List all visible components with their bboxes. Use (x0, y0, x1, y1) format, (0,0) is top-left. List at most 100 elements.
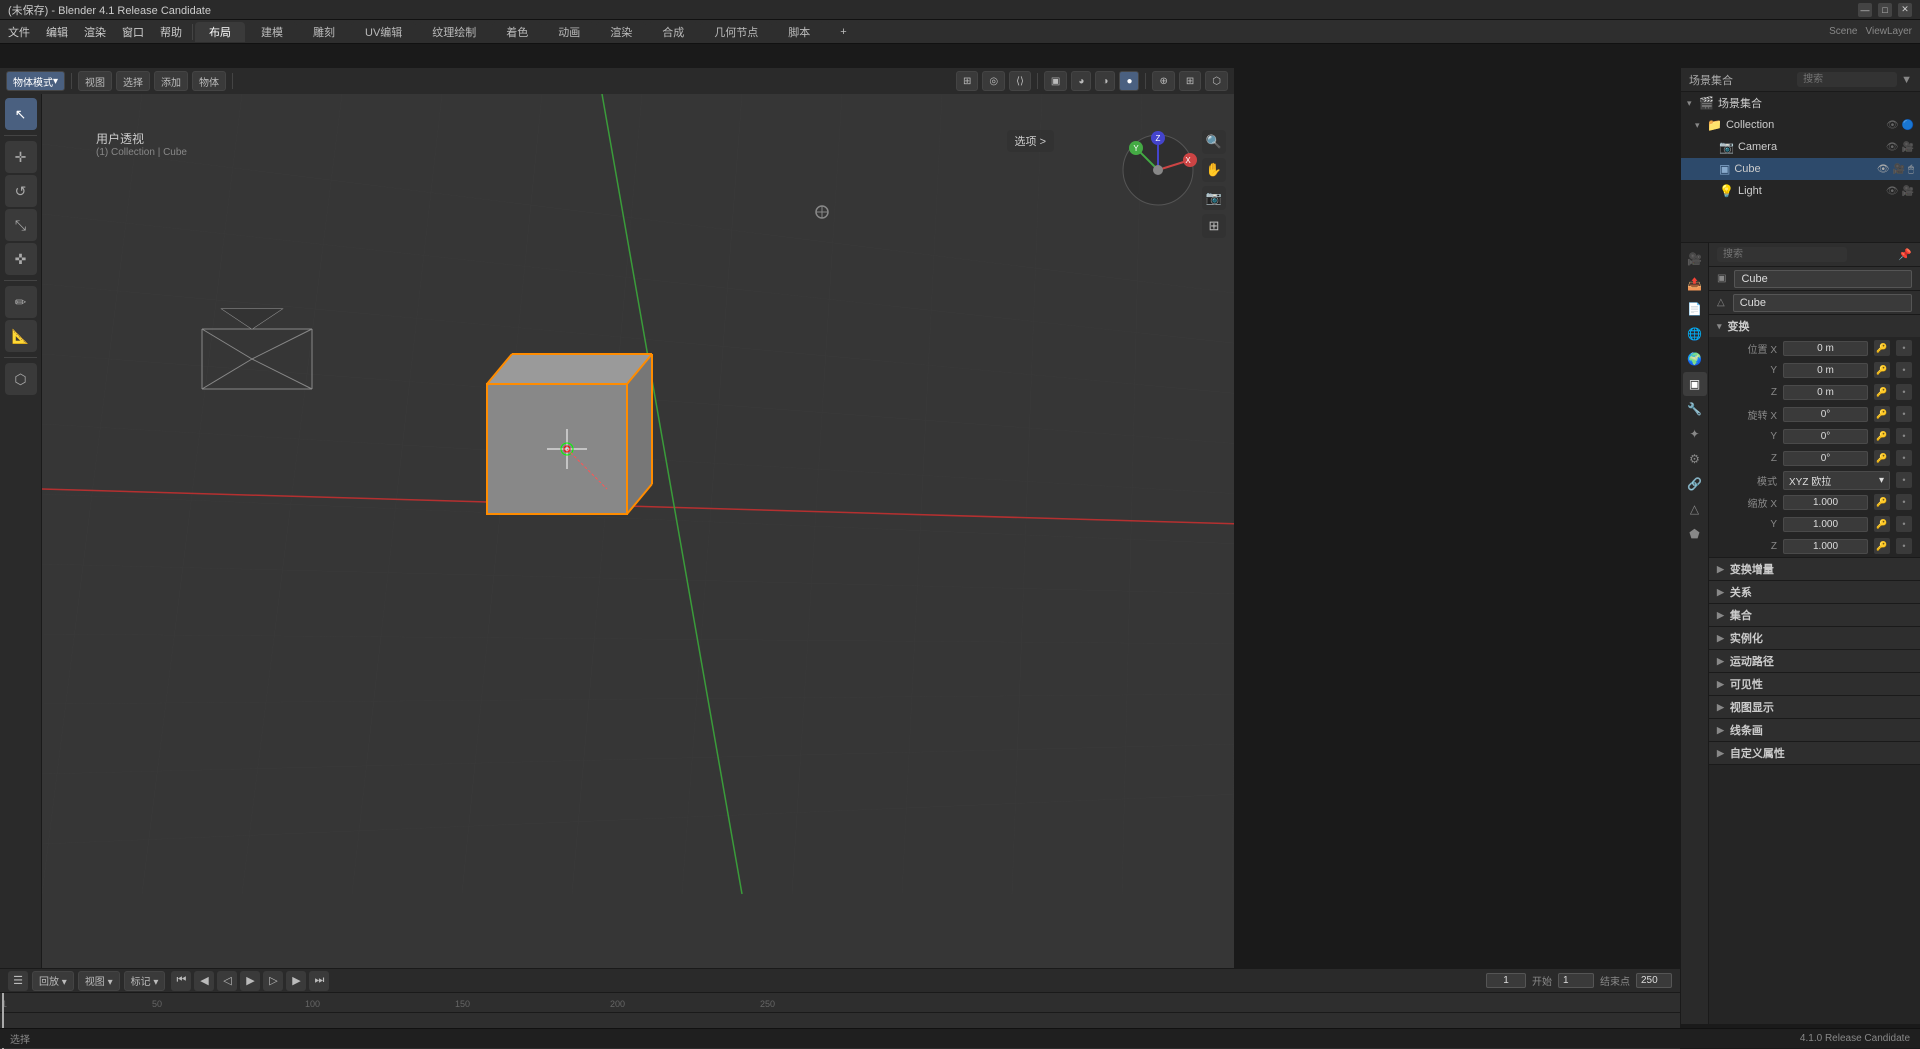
prop-tab-modifier[interactable]: 🔧 (1683, 397, 1707, 421)
zoom-button[interactable]: 🔍 (1202, 130, 1226, 154)
scale-z-value[interactable]: 1.000 (1783, 539, 1868, 554)
prop-tab-particles[interactable]: ✦ (1683, 422, 1707, 446)
viewport-display-header[interactable]: ▶ 视图显示 (1709, 696, 1920, 718)
frame-start-input[interactable] (1558, 973, 1594, 988)
annotate-tool[interactable]: ✏ (5, 286, 37, 318)
rotation-mode-extra[interactable]: • (1896, 472, 1912, 488)
render-icon[interactable]: 🎥 (1893, 164, 1905, 175)
object-name-input[interactable] (1734, 270, 1912, 288)
solid-shading[interactable]: ◕ (1071, 71, 1091, 91)
ws-tab-add[interactable]: + (826, 22, 860, 42)
overlay-toggle[interactable]: ⊞ (1179, 71, 1201, 91)
rotation-y-keyframe-btn[interactable]: 🔑 (1874, 428, 1890, 444)
collections-header[interactable]: ▶ 集合 (1709, 604, 1920, 626)
prop-tab-output[interactable]: 📤 (1683, 272, 1707, 296)
outliner-item-light[interactable]: 💡 Light 👁 🎥 (1681, 180, 1920, 202)
3d-viewport[interactable]: 用户透视 (1) Collection | Cube 选项 > X Y Z (42, 94, 1234, 1024)
ws-tab-animation[interactable]: 动画 (544, 22, 594, 42)
position-z-value[interactable]: 0 m (1783, 385, 1868, 400)
transform-section-header[interactable]: ▾ 变换 (1709, 315, 1920, 337)
move-tool[interactable]: ✛ (5, 141, 37, 173)
select-options-button[interactable]: 选项 > (1007, 130, 1054, 152)
ws-tab-script[interactable]: 脚本 (774, 22, 824, 42)
maximize-button[interactable]: □ (1878, 3, 1892, 17)
jump-start-btn[interactable]: ⏮ (171, 971, 191, 991)
transform-delta-header[interactable]: ▶ 变换增量 (1709, 558, 1920, 580)
ws-tab-sculpting[interactable]: 雕刻 (299, 22, 349, 42)
ws-tab-uv[interactable]: UV编辑 (351, 22, 416, 42)
prop-tab-object[interactable]: ▣ (1683, 372, 1707, 396)
rendered-shading[interactable]: ● (1119, 71, 1139, 91)
select-icon[interactable]: 🖱 (1908, 164, 1914, 175)
scale-x-keyframe-btn[interactable]: 🔑 (1874, 494, 1890, 510)
scale-x-driver-btn[interactable]: • (1896, 494, 1912, 510)
playback-menu[interactable]: 回放 ▾ (32, 971, 74, 991)
cube-selected[interactable] (487, 354, 652, 514)
prev-keyframe-btn[interactable]: ◁ (217, 971, 237, 991)
ws-tab-geonodes[interactable]: 几何节点 (700, 22, 772, 42)
menu-file[interactable]: 文件 (0, 20, 38, 43)
scale-y-value[interactable]: 1.000 (1783, 517, 1868, 532)
custom-props-header[interactable]: ▶ 自定义属性 (1709, 742, 1920, 764)
scale-y-driver-btn[interactable]: • (1896, 516, 1912, 532)
outliner-item-camera[interactable]: 📷 Camera 👁 🎥 (1681, 136, 1920, 158)
scale-z-driver-btn[interactable]: • (1896, 538, 1912, 554)
rotate-tool[interactable]: ↺ (5, 175, 37, 207)
ws-tab-layout[interactable]: 布局 (195, 22, 245, 42)
scale-z-keyframe-btn[interactable]: 🔑 (1874, 538, 1890, 554)
position-y-driver-btn[interactable]: • (1896, 362, 1912, 378)
position-y-value[interactable]: 0 m (1783, 363, 1868, 378)
eye-icon[interactable]: 👁 (1886, 142, 1899, 153)
position-z-driver-btn[interactable]: • (1896, 384, 1912, 400)
scale-y-keyframe-btn[interactable]: 🔑 (1874, 516, 1890, 532)
transform-tool[interactable]: ✜ (5, 243, 37, 275)
proportional-edit[interactable]: ◎ (982, 71, 1005, 91)
select-menu[interactable]: 选择 (116, 71, 150, 91)
close-button[interactable]: ✕ (1898, 3, 1912, 17)
menu-window[interactable]: 窗口 (114, 20, 152, 43)
rotation-y-driver-btn[interactable]: • (1896, 428, 1912, 444)
position-x-driver-btn[interactable]: • (1896, 340, 1912, 356)
instances-header[interactable]: ▶ 实例化 (1709, 627, 1920, 649)
eye-icon[interactable]: 👁 (1877, 164, 1890, 175)
mode-selector[interactable]: 物体模式 ▾ (6, 71, 65, 91)
render-icon[interactable]: 🎥 (1902, 142, 1914, 153)
outliner-item-cube[interactable]: ▣ Cube 👁 🎥 🖱 (1681, 158, 1920, 180)
wireframe-shading[interactable]: ▣ (1044, 71, 1067, 91)
rotation-mode-select[interactable]: XYZ 欧拉 ▾ (1783, 471, 1890, 490)
prop-search-input[interactable] (1717, 247, 1847, 262)
snap-toggle[interactable]: ⊞ (956, 71, 978, 91)
visibility-header[interactable]: ▶ 可见性 (1709, 673, 1920, 695)
material-shading[interactable]: ◑ (1095, 71, 1115, 91)
select-tool[interactable]: ↖ (5, 98, 37, 130)
motion-path-header[interactable]: ▶ 运动路径 (1709, 650, 1920, 672)
play-btn[interactable]: ▶ (240, 971, 260, 991)
rotation-z-value[interactable]: 0° (1783, 451, 1868, 466)
markers-menu[interactable]: 标记 ▾ (124, 971, 166, 991)
relations-header[interactable]: ▶ 关系 (1709, 581, 1920, 603)
rotation-z-keyframe-btn[interactable]: 🔑 (1874, 450, 1890, 466)
line-art-header[interactable]: ▶ 线条画 (1709, 719, 1920, 741)
outliner-item-collection[interactable]: ▾ 📁 Collection 👁 🔵 (1681, 114, 1920, 136)
ws-tab-render2[interactable]: 渲染 (596, 22, 646, 42)
rotation-z-driver-btn[interactable]: • (1896, 450, 1912, 466)
ws-tab-modeling[interactable]: 建模 (247, 22, 297, 42)
camera-view-button[interactable]: 📷 (1202, 186, 1226, 210)
pan-button[interactable]: ✋ (1202, 158, 1226, 182)
rotation-x-driver-btn[interactable]: • (1896, 406, 1912, 422)
menu-render[interactable]: 渲染 (76, 20, 114, 43)
viewport-layout-button[interactable]: ⊞ (1202, 214, 1226, 238)
scale-tool[interactable]: ⤡ (5, 209, 37, 241)
ws-tab-composite[interactable]: 合成 (648, 22, 698, 42)
menu-help[interactable]: 帮助 (152, 20, 190, 43)
xray-toggle[interactable]: ⬡ (1205, 71, 1228, 91)
minimize-button[interactable]: — (1858, 3, 1872, 17)
current-frame-input[interactable] (1486, 973, 1526, 988)
object-menu[interactable]: 物体 (192, 71, 226, 91)
add-menu[interactable]: 添加 (154, 71, 188, 91)
gizmo-toggle[interactable]: ⊕ (1152, 71, 1174, 91)
prop-tab-physics[interactable]: ⚙ (1683, 447, 1707, 471)
view-menu[interactable]: 视图 (78, 71, 112, 91)
frame-end-input[interactable] (1636, 973, 1672, 988)
outliner-filter-icon[interactable]: ▼ (1901, 74, 1912, 86)
